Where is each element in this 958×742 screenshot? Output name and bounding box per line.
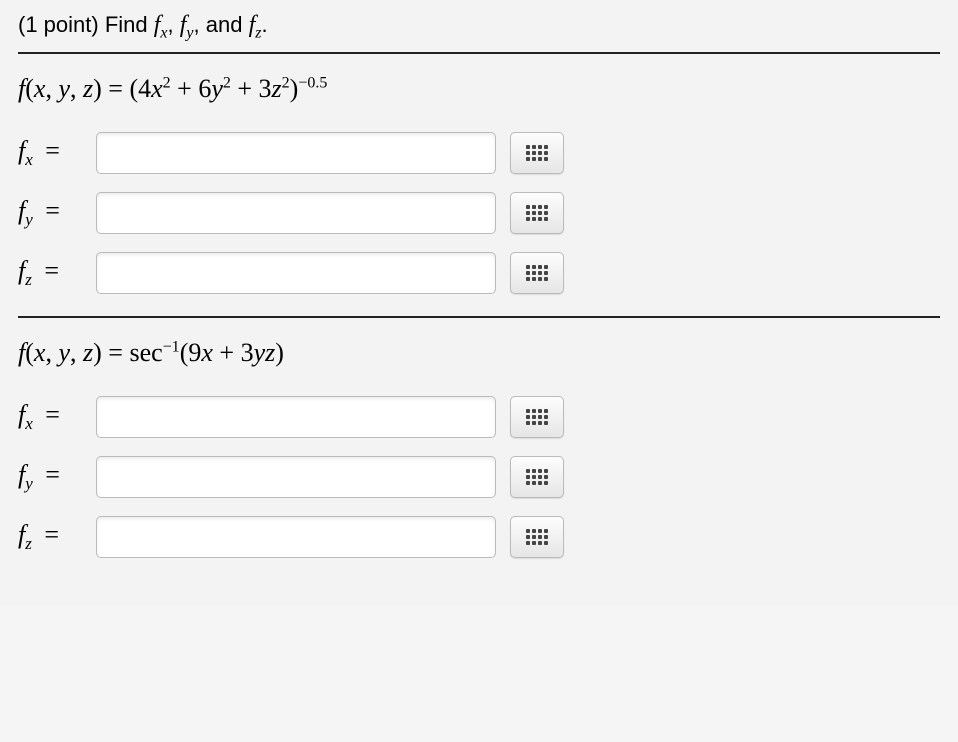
part1-expression: f(x, y, z) = (4x2 + 6y2 + 3z2)−0.5 xyxy=(18,74,940,104)
prompt-sub1: x xyxy=(160,24,167,41)
keypad-icon xyxy=(526,469,548,485)
part1-fx-input[interactable] xyxy=(96,132,496,174)
keypad-button[interactable] xyxy=(510,252,564,294)
part2-fx-sub: x xyxy=(25,414,33,433)
keypad-button[interactable] xyxy=(510,516,564,558)
part2-fx-input[interactable] xyxy=(96,396,496,438)
part1-fy-input-wrap xyxy=(96,192,564,234)
keypad-button[interactable] xyxy=(510,132,564,174)
keypad-icon xyxy=(526,409,548,425)
part1-fy-row: fy = xyxy=(18,192,940,234)
part1-fz-input[interactable] xyxy=(96,252,496,294)
part1-fy-label: fy = xyxy=(18,196,96,230)
prompt-comma2: , and xyxy=(194,12,249,37)
section-divider xyxy=(18,316,940,318)
part2-fz-input-wrap xyxy=(96,516,564,558)
part1-fx-label: fx = xyxy=(18,136,96,170)
part1-fz-row: fz = xyxy=(18,252,940,294)
keypad-icon xyxy=(526,145,548,161)
part2-fz-label: fz = xyxy=(18,520,96,554)
part1-fy-sub: y xyxy=(25,210,33,229)
part2-fy-row: fy = xyxy=(18,456,940,498)
part1-fx-input-wrap xyxy=(96,132,564,174)
prompt-sub2: y xyxy=(186,24,193,41)
part2-fx-label: fx = xyxy=(18,400,96,434)
part1-fx-sub: x xyxy=(25,150,33,169)
part2-fy-sub: y xyxy=(25,474,33,493)
part2-fy-input[interactable] xyxy=(96,456,496,498)
prompt-period: . xyxy=(261,12,267,37)
prompt-comma1: , xyxy=(168,12,180,37)
part2-fy-input-wrap xyxy=(96,456,564,498)
part1-fz-input-wrap xyxy=(96,252,564,294)
prompt-prefix: (1 point) Find xyxy=(18,12,154,37)
part2-fz-input[interactable] xyxy=(96,516,496,558)
part2-fz-sub: z xyxy=(25,534,32,553)
part1-fz-sub: z xyxy=(25,270,32,289)
keypad-icon xyxy=(526,529,548,545)
part2-fx-input-wrap xyxy=(96,396,564,438)
part1-fy-input[interactable] xyxy=(96,192,496,234)
keypad-icon xyxy=(526,205,548,221)
part2-expression: f(x, y, z) = sec−1(9x + 3yz) xyxy=(18,338,940,368)
part1-fx-row: fx = xyxy=(18,132,940,174)
keypad-button[interactable] xyxy=(510,192,564,234)
problem-prompt: (1 point) Find fx, fy, and fz. xyxy=(18,12,940,54)
part2-fy-label: fy = xyxy=(18,460,96,494)
keypad-button[interactable] xyxy=(510,456,564,498)
part2-fz-row: fz = xyxy=(18,516,940,558)
part1-fz-label: fz = xyxy=(18,256,96,290)
keypad-icon xyxy=(526,265,548,281)
keypad-button[interactable] xyxy=(510,396,564,438)
problem-container: (1 point) Find fx, fy, and fz. f(x, y, z… xyxy=(0,0,958,606)
part2-fx-row: fx = xyxy=(18,396,940,438)
